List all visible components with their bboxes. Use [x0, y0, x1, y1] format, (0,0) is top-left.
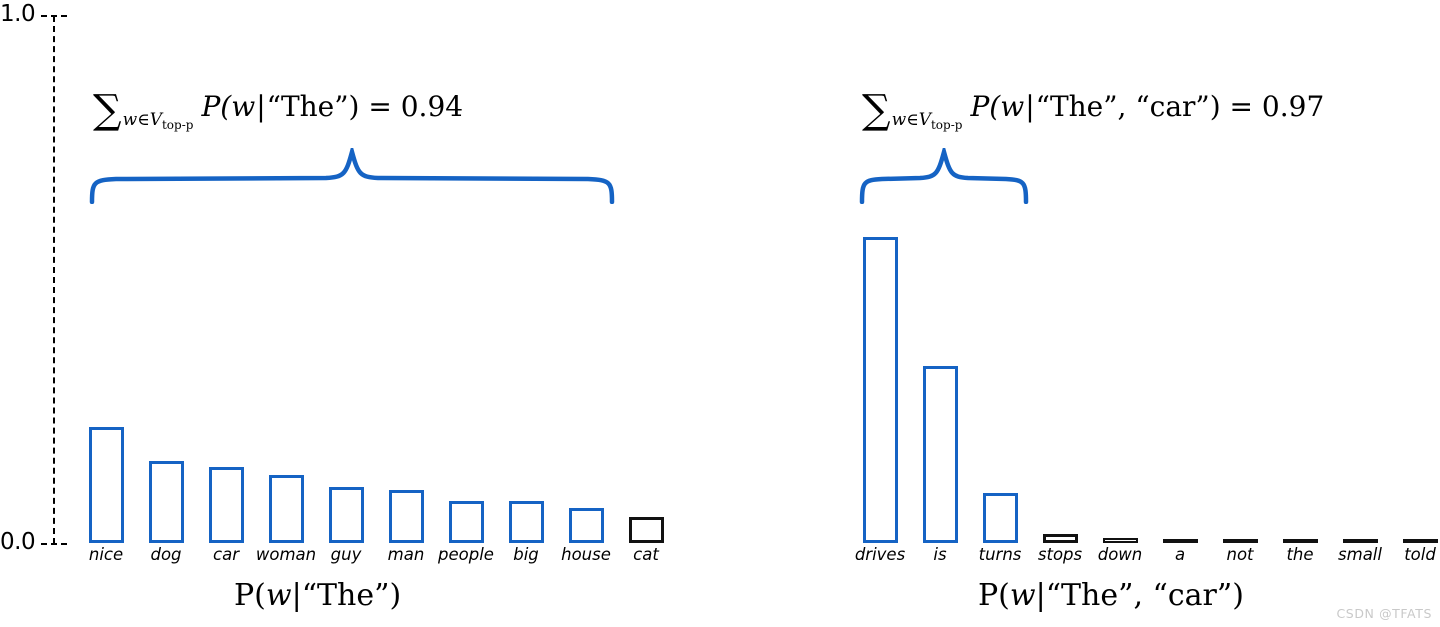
bar-told	[1403, 539, 1438, 543]
bar-slot: stops	[1038, 213, 1103, 564]
bar-slot: not	[1223, 213, 1283, 564]
bar-label-dog: dog	[150, 545, 182, 564]
bar-not	[1223, 539, 1258, 543]
bar-slot: guy	[329, 213, 389, 564]
bar-small	[1343, 539, 1378, 543]
bar-guy	[329, 486, 364, 543]
formula-separator-right: |	[1025, 90, 1035, 123]
bar-label-told: told	[1404, 545, 1436, 564]
bar-label-stops: stops	[1037, 545, 1083, 564]
formula-condition-left: “The”)	[266, 90, 360, 123]
bar-label-house: house	[561, 545, 611, 564]
sum-subscript-set-right: w∈V	[891, 110, 931, 130]
bar-slot: small	[1338, 213, 1403, 564]
bar-the	[1283, 539, 1318, 543]
bar-drives	[863, 237, 898, 543]
bar-slot: told	[1403, 213, 1440, 564]
bar-label-car: car	[213, 545, 239, 564]
formula-separator-left: |	[256, 90, 266, 123]
bar-label-turns: turns	[978, 545, 1022, 564]
bar-label-down: down	[1097, 545, 1143, 564]
bar-house	[569, 507, 604, 543]
sum-symbol-right: ∑	[862, 87, 891, 133]
formula-body-left: P(w	[201, 90, 256, 123]
sum-subscript-set-left: w∈V	[122, 110, 162, 130]
bar-slot: car	[209, 213, 269, 564]
caption-w-left: w	[265, 578, 292, 613]
bar-label-the: the	[1286, 545, 1314, 564]
bar-slot: house	[561, 213, 629, 564]
bar-label-is: is	[933, 545, 947, 564]
bar-label-drives: drives	[854, 545, 906, 564]
caption-separator-right: |	[1035, 578, 1046, 613]
bar-slot: big	[509, 213, 569, 564]
bar-slot: down	[1098, 213, 1163, 564]
bar-slot: drives	[855, 213, 923, 564]
bar-down	[1103, 538, 1138, 543]
top-p-brace-left	[88, 143, 618, 209]
caption-condition-left: “The”)	[301, 578, 402, 613]
sum-subscript-topp-left: top-p	[161, 118, 194, 132]
bar-slot: is	[923, 213, 983, 564]
bar-woman	[269, 474, 304, 543]
sum-symbol-left: ∑	[93, 87, 122, 133]
bar-stops	[1043, 533, 1078, 543]
caption-w-right: w	[1009, 578, 1036, 613]
bar-label-nice: nice	[88, 545, 124, 564]
bar-slot: dog	[149, 213, 209, 564]
formula-equals-right: = 0.97	[1220, 90, 1325, 123]
chart-panel-left: ∑w∈Vtop-pP(w|“The”) = 0.94 nice dog car wom…	[0, 0, 720, 627]
bar-slot: woman	[256, 213, 329, 564]
bar-slot: man	[388, 213, 449, 564]
bar-big	[509, 500, 544, 543]
caption-p-right: P(	[978, 578, 1010, 613]
caption-condition-right: “The”, “car”)	[1045, 578, 1244, 613]
bar-a	[1163, 539, 1198, 543]
sum-subscript-right: w∈Vtop-p	[891, 110, 963, 132]
bar-slot: cat	[629, 213, 689, 564]
bar-slot: the	[1283, 213, 1343, 564]
top-p-brace-right	[858, 143, 1034, 209]
bar-people	[449, 500, 484, 543]
bar-label-a: a	[1174, 545, 1186, 564]
chart-panel-right: ∑w∈Vtop-pP(w|“The”, “car”) = 0.97 drives…	[720, 0, 1440, 627]
x-axis-caption-left: P(w|“The”)	[234, 581, 401, 611]
bar-label-guy: guy	[330, 545, 362, 564]
bar-is	[923, 366, 958, 543]
bar-label-big: big	[513, 545, 539, 564]
bar-label-not: not	[1226, 545, 1254, 564]
bar-label-man: man	[387, 545, 425, 564]
formula-right: ∑w∈Vtop-p P(w|“The”, “car”) = 0.97	[862, 90, 1324, 131]
bar-cat	[629, 516, 664, 543]
bar-nice	[89, 427, 124, 543]
formula-equals-left: = 0.94	[359, 90, 464, 123]
x-axis-caption-right: P(w|“The”, “car”)	[978, 581, 1244, 611]
caption-p-left: P(	[234, 578, 266, 613]
sum-subscript-topp-right: top-p	[930, 118, 963, 132]
bar-turns	[983, 492, 1018, 543]
formula-left: ∑w∈Vtop-p P(w|“The”) = 0.94	[93, 90, 463, 131]
figure-canvas: 1.0 0.0 ∑w∈Vtop-pP(w|“The”) = 0.94 nice d…	[0, 0, 1440, 627]
formula-condition-right: “The”, “car”)	[1035, 90, 1221, 123]
bar-label-small: small	[1338, 545, 1382, 564]
bar-dog	[149, 461, 184, 543]
bar-slot: nice	[89, 213, 149, 564]
bar-label-woman: woman	[255, 545, 317, 564]
bar-man	[389, 490, 424, 543]
bar-label-cat: cat	[633, 545, 659, 564]
bar-slot: turns	[979, 213, 1043, 564]
sum-subscript-left: w∈Vtop-p	[122, 110, 194, 132]
bar-slot: people	[438, 213, 509, 564]
caption-separator-left: |	[291, 578, 302, 613]
bar-slot: a	[1163, 213, 1223, 564]
bar-car	[209, 466, 244, 543]
formula-body-right: P(w	[970, 90, 1025, 123]
watermark-text: CSDN @TFATS	[1336, 606, 1432, 621]
bar-label-people: people	[438, 545, 494, 564]
